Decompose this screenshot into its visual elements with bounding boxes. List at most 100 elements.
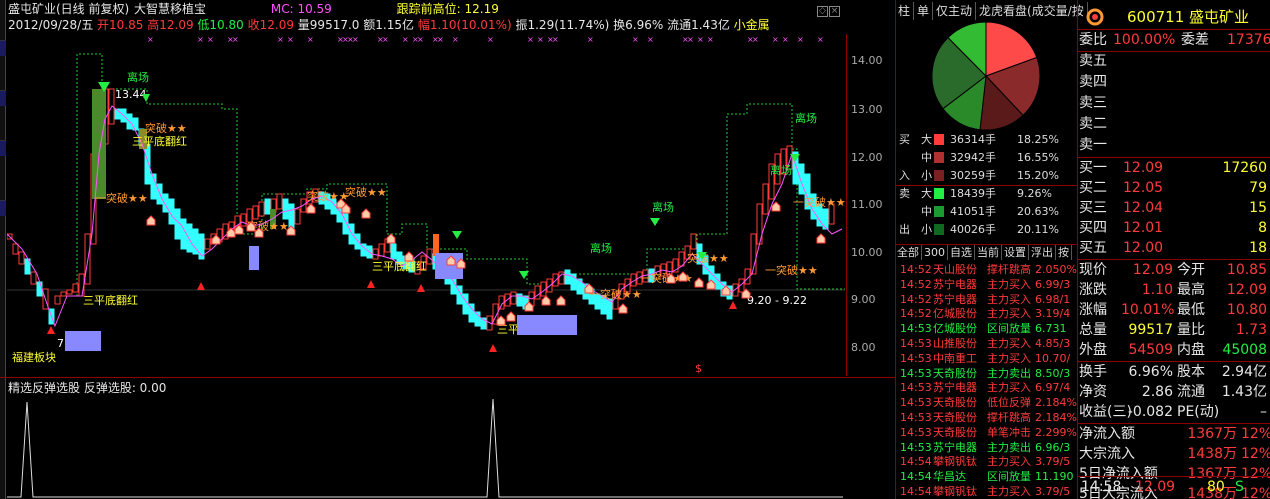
trade-stock: 攀钢钒钛 xyxy=(933,485,977,498)
live-trade-list[interactable]: 14:52 天山股份 撑杆跳高 2.050% 14:52 苏宁电器 主力买入 6.… xyxy=(895,262,1077,499)
trade-row[interactable]: 14:53 中南重工 主力买入 10.70/ xyxy=(895,351,1077,367)
exit-label-3: 离场 xyxy=(590,241,612,255)
trade-tab[interactable]: 按 xyxy=(1056,245,1072,260)
trade-value: 2.050% xyxy=(1035,263,1077,276)
trade-row[interactable]: 14:54 华昌达 区间放量 11.190 xyxy=(895,469,1077,485)
house-icon xyxy=(618,303,628,314)
trade-row[interactable]: 14:53 亿城股份 区间放量 6.731 xyxy=(895,321,1077,337)
trade-value: 4.85/3 xyxy=(1035,337,1071,350)
stat-value: 99517 xyxy=(1128,322,1173,338)
trade-row[interactable]: 14:52 天山股份 撑杆跳高 2.050% xyxy=(895,262,1077,278)
trade-row[interactable]: 14:52 苏宁电器 主力买入 6.98/1 xyxy=(895,292,1077,308)
down-candle xyxy=(288,203,295,230)
trade-time: 14:53 xyxy=(900,411,932,424)
trade-row[interactable]: 14:53 天奇股份 主力卖出 8.50/3 xyxy=(895,366,1077,382)
close-icon[interactable]: × xyxy=(829,6,840,17)
trade-row[interactable]: 14:53 天奇股份 撑杆跳高 2.184% xyxy=(895,410,1077,426)
trade-tab[interactable]: 自选 xyxy=(948,245,975,260)
trade-tab[interactable]: 300 xyxy=(922,245,948,260)
trade-time: 14:53 xyxy=(900,366,932,380)
rebound-indicator-chart[interactable] xyxy=(7,394,845,499)
stat2-label: PE(动) xyxy=(1177,404,1220,420)
trade-value: 8.50/3 xyxy=(1035,366,1071,380)
trade-stock: 苏宁电器 xyxy=(933,440,977,454)
down-candle xyxy=(186,223,193,253)
indicator-name[interactable]: 大智慧移植宝 xyxy=(134,2,206,16)
trade-row[interactable]: 14:52 亿城股份 主力买入 3.19/4 xyxy=(895,306,1077,322)
up-candle xyxy=(252,205,259,220)
flow-percent: 18.25% xyxy=(1017,133,1059,146)
trade-row[interactable]: 14:54 攀钢钒钛 主力买入 3.79/5 xyxy=(895,454,1077,470)
tab-dragon-tiger[interactable]: 龙虎看盘(成交量/按 xyxy=(976,2,1088,20)
trade-time: 14:52 xyxy=(900,277,932,291)
signal-marker: × xyxy=(687,35,694,44)
trade-tab[interactable]: 浮出 xyxy=(1029,245,1056,260)
trade-value: 2.299% xyxy=(1035,425,1077,439)
trade-row[interactable]: 14:53 天奇股份 单笔冲击 2.299% xyxy=(895,425,1077,441)
high-price-label: 13.44 xyxy=(115,88,147,101)
tab-active-only[interactable]: 仅主动 xyxy=(933,2,977,20)
trade-stock: 苏宁电器 xyxy=(933,381,977,395)
bid-volume: 79 xyxy=(1249,180,1267,196)
close-label: 收12.09 xyxy=(247,18,294,32)
restore-icon[interactable]: ◇ xyxy=(817,6,828,17)
trade-tab[interactable]: 全部 xyxy=(895,245,922,260)
bid-level-label: 买一 xyxy=(1079,160,1107,176)
flow-row: 卖 大 18439手 9.26% xyxy=(895,185,1077,203)
up-candle xyxy=(204,238,211,250)
trade-row[interactable]: 14:53 苏宁电器 主力卖出 6.96/3 xyxy=(895,440,1077,456)
flow-volume: 41051手 xyxy=(950,205,996,218)
ask-level-label: 卖一 xyxy=(1079,137,1107,153)
price-tick: 12.00 xyxy=(851,151,883,164)
trade-value: 6.731 xyxy=(1035,322,1067,336)
trade-stock: 苏宁电器 xyxy=(933,277,977,291)
net-flow-label: 净流入额 xyxy=(1079,426,1135,442)
trade-row[interactable]: 14:53 天奇股份 低位反弹 2.184% xyxy=(895,395,1077,411)
left-strip-tab[interactable] xyxy=(0,90,6,106)
stat-value: 1.73 xyxy=(1235,322,1267,338)
trade-row[interactable]: 14:52 苏宁电器 主力买入 6.99/3 xyxy=(895,277,1077,293)
left-strip-tab[interactable] xyxy=(0,200,6,216)
left-tool-strip[interactable] xyxy=(0,0,6,499)
trade-value: 10.70/ xyxy=(1035,351,1071,365)
dollar-marker: $ xyxy=(695,362,702,375)
bid-price[interactable]: 12.04 xyxy=(1123,198,1163,219)
tab-single[interactable]: 单 xyxy=(914,2,934,20)
trade-row[interactable]: 14:53 山推股份 主力买入 4.85/3 xyxy=(895,336,1077,352)
bid-price[interactable]: 12.01 xyxy=(1123,218,1163,239)
stat-value: 10.01% xyxy=(1121,302,1175,318)
price-axis: 14.00 13.00 12.00 11.00 10.00 9.00 8.00 xyxy=(846,34,894,376)
trade-stock: 天奇股份 xyxy=(933,366,977,380)
trade-action: 主力买入 xyxy=(987,292,1031,306)
flow-row: 入 小 30259手 15.20% xyxy=(895,167,1077,185)
bid-price[interactable]: 12.05 xyxy=(1123,178,1163,199)
trade-value: 2.184% xyxy=(1035,396,1077,410)
left-strip-tab[interactable] xyxy=(0,40,6,56)
bid-level-label: 买五 xyxy=(1079,240,1107,256)
region-label[interactable]: 福建板块 xyxy=(12,350,56,364)
down-candle xyxy=(144,143,151,185)
trade-tab[interactable]: 设置 xyxy=(1002,245,1029,260)
bid-price[interactable]: 12.00 xyxy=(1123,238,1163,259)
breakout-label-10: 一突破★★ xyxy=(793,195,845,209)
trade-tab[interactable]: 当前 xyxy=(975,245,1002,260)
signal-marker: × xyxy=(552,35,559,44)
signal-marker: × xyxy=(402,35,409,44)
trade-list-tabs: 全部 300 自选 当前 设置 浮出按 xyxy=(895,244,1077,260)
stat-label: 现价 xyxy=(1079,262,1107,278)
trade-row[interactable]: 14:53 苏宁电器 主力买入 6.97/4 xyxy=(895,380,1077,396)
signal-marker: × xyxy=(647,35,654,44)
sector-tag[interactable]: 小金属 xyxy=(734,18,770,32)
candlestick-chart[interactable]: 离场 13.44 突破★★ 三平底翻红 一突破★★ 突破★★ 突破★★ 突破★★… xyxy=(7,34,845,376)
signal-marker: × xyxy=(772,35,779,44)
net-flow-percent: 12% xyxy=(1241,426,1270,442)
up-candle xyxy=(690,233,697,250)
tab-bar[interactable]: 柱 xyxy=(895,2,915,20)
left-strip-tab[interactable] xyxy=(0,140,6,156)
breakout-label-9: 一突破★★ xyxy=(765,263,818,277)
mc-value: MC: 10.59 xyxy=(270,2,332,16)
stat2-label: 换手 xyxy=(1079,364,1107,380)
capital-flow-pie xyxy=(931,21,1041,131)
bid-price[interactable]: 12.09 xyxy=(1123,158,1163,179)
trade-row[interactable]: 14:54 攀钢钒钛 主力买入 3.79/5 xyxy=(895,484,1077,499)
